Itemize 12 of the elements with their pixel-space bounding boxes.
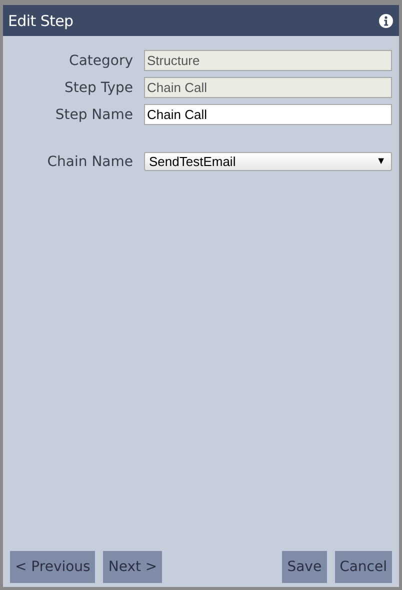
text-field[interactable]: Chain Call	[144, 104, 392, 125]
nav-button[interactable]: < Previous	[10, 551, 96, 583]
action-button[interactable]: Cancel	[334, 551, 392, 583]
field-label: Step Name	[54, 106, 134, 122]
field-label: Chain Name	[46, 154, 134, 170]
window-title: Edit Step	[8, 12, 74, 30]
field-label: Category	[68, 52, 134, 68]
info-icon[interactable]	[379, 14, 393, 28]
nav-button[interactable]: Next >	[103, 551, 162, 583]
dropdown[interactable]: SendTestEmail ▼	[144, 152, 392, 171]
action-button[interactable]: Save	[282, 551, 327, 583]
field-label: Step Type	[64, 80, 134, 96]
